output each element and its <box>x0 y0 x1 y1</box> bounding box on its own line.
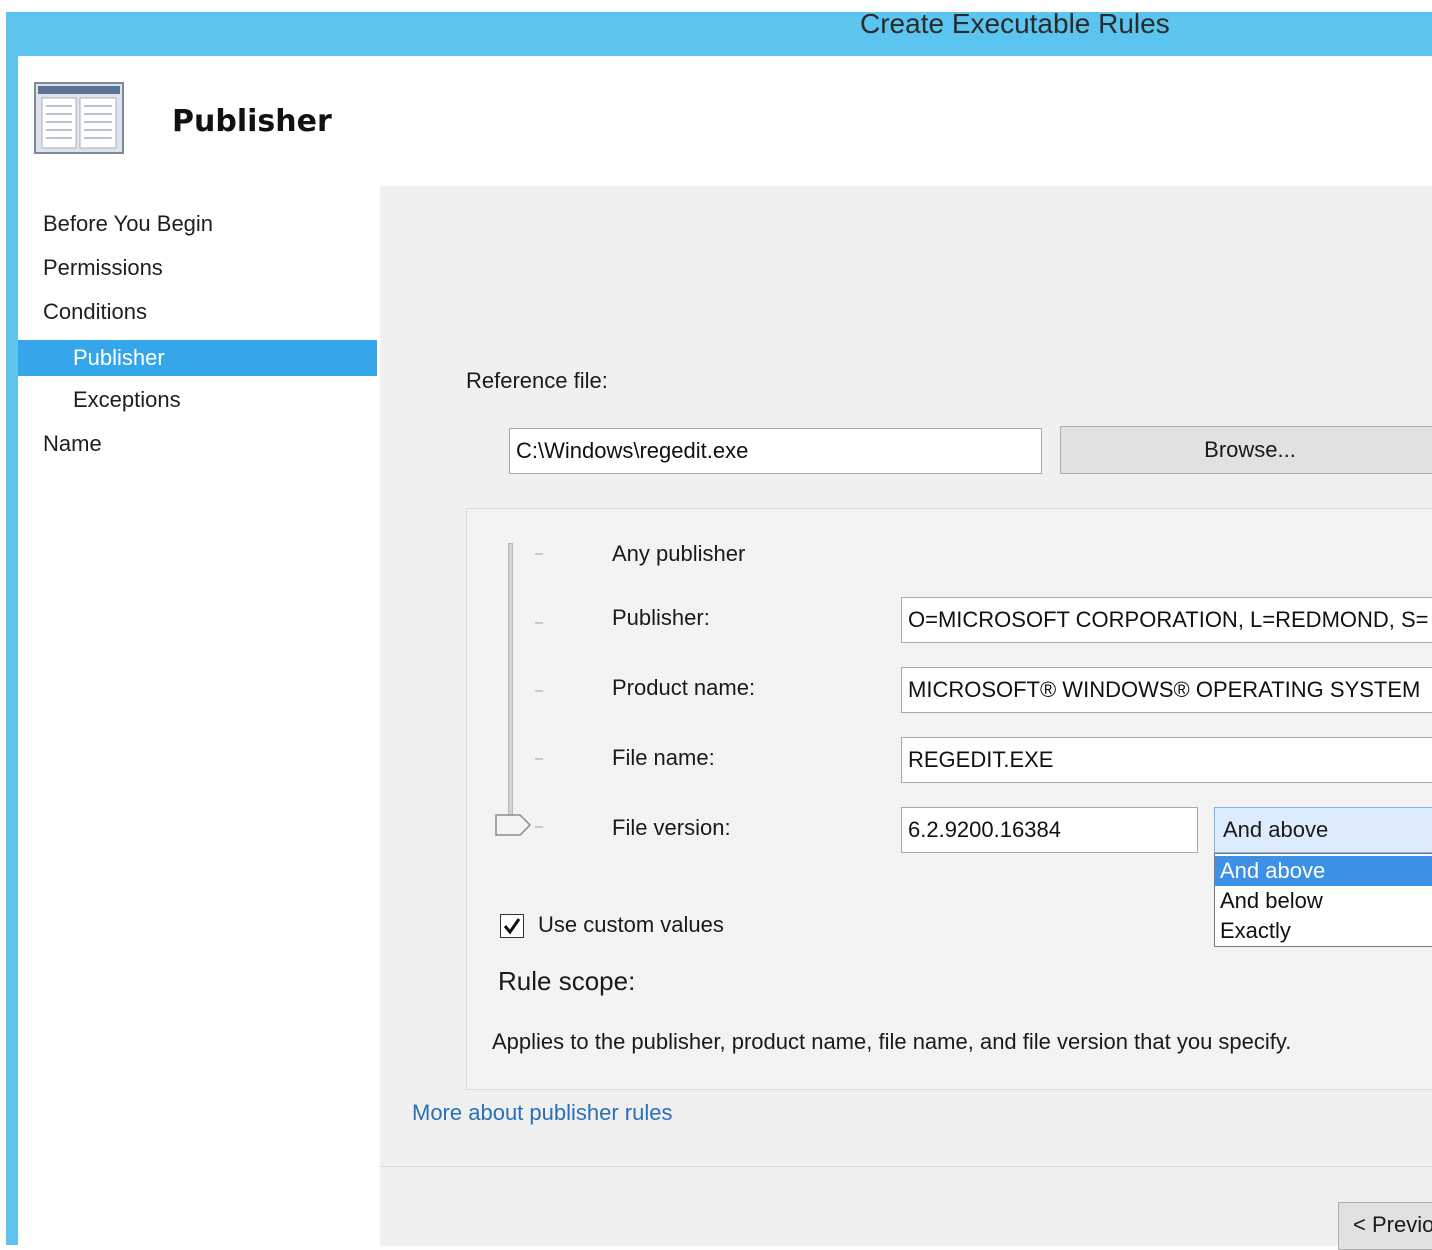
version-operator-dropdown: And above And below Exactly <box>1214 853 1432 947</box>
file-version-label: File version: <box>612 815 731 840</box>
top-strip <box>0 0 1432 12</box>
window-title: Create Executable Rules <box>860 8 1170 39</box>
checkmark-icon <box>503 918 521 935</box>
page-title: Publisher <box>172 104 332 139</box>
file-version-field[interactable]: 6.2.9200.16384 <box>901 807 1198 853</box>
nav-item-before-you-begin[interactable]: Before You Begin <box>18 206 401 242</box>
more-about-publisher-rules-link[interactable]: More about publisher rules <box>412 1100 672 1126</box>
title-bar[interactable] <box>6 12 1432 56</box>
use-custom-values-label[interactable]: Use custom values <box>538 912 724 938</box>
rule-page-icon <box>34 82 124 154</box>
reference-file-input[interactable]: C:\Windows\regedit.exe <box>509 428 1042 474</box>
nav-item-permissions[interactable]: Permissions <box>18 250 401 286</box>
reference-file-label: Reference file: <box>466 368 608 393</box>
rule-scope-label: Rule scope: <box>498 966 636 996</box>
option-and-above[interactable]: And above <box>1215 856 1432 886</box>
nav-item-exceptions[interactable]: Exceptions <box>18 382 431 418</box>
rule-level-group <box>466 508 1432 1090</box>
slider-tick <box>535 758 543 760</box>
browse-button[interactable]: Browse... <box>1060 426 1432 474</box>
option-and-below[interactable]: And below <box>1215 886 1432 916</box>
publisher-field[interactable]: O=MICROSOFT CORPORATION, L=REDMOND, S= <box>901 597 1432 643</box>
option-exactly[interactable]: Exactly <box>1215 916 1432 946</box>
wizard-nav: Before You Begin Permissions Conditions … <box>18 186 380 1245</box>
any-publisher-label: Any publisher <box>612 541 746 566</box>
product-name-field[interactable]: MICROSOFT® WINDOWS® OPERATING SYSTEM <box>901 667 1432 713</box>
previous-button[interactable]: < Previous <box>1338 1202 1432 1250</box>
rule-level-slider-thumb[interactable] <box>494 813 534 837</box>
rule-level-slider-track[interactable] <box>508 543 513 833</box>
nav-item-name[interactable]: Name <box>18 426 401 462</box>
slider-tick <box>535 690 543 692</box>
version-operator-select[interactable]: And above <box>1214 807 1432 853</box>
use-custom-values-checkbox[interactable] <box>500 914 524 938</box>
slider-tick <box>535 622 543 624</box>
product-name-label: Product name: <box>612 675 756 700</box>
slider-tick <box>535 826 543 828</box>
nav-item-publisher[interactable]: Publisher <box>18 340 377 376</box>
wizard-footer <box>380 1166 1432 1246</box>
rule-scope-description: Applies to the publisher, product name, … <box>492 1029 1292 1054</box>
publisher-label: Publisher: <box>612 605 710 630</box>
window-border-left <box>6 12 18 1245</box>
file-name-label: File name: <box>612 745 715 770</box>
file-name-field[interactable]: REGEDIT.EXE <box>901 737 1432 783</box>
slider-tick <box>535 553 543 555</box>
nav-item-conditions[interactable]: Conditions <box>18 294 401 330</box>
